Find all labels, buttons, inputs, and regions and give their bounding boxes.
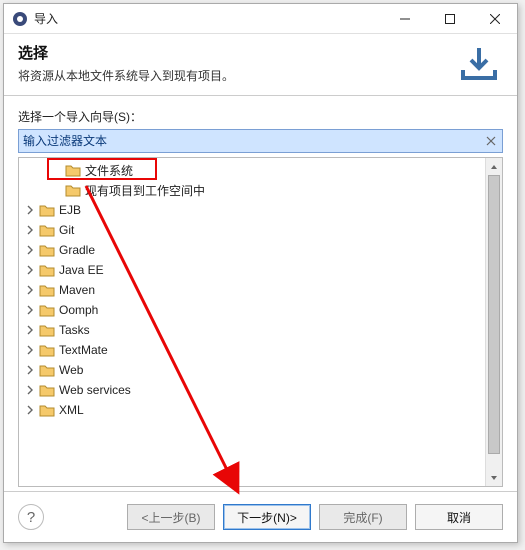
back-button[interactable]: <上一步(B) bbox=[127, 504, 215, 530]
folder-icon bbox=[39, 223, 55, 237]
scroll-up-button[interactable] bbox=[486, 158, 502, 175]
tree-item[interactable]: EJB bbox=[19, 200, 502, 220]
scroll-thumb[interactable] bbox=[488, 175, 500, 454]
finish-button[interactable]: 完成(F) bbox=[319, 504, 407, 530]
tree-item-existing-projects[interactable]: 现有项目到工作空间中 bbox=[19, 180, 502, 200]
expander-icon[interactable] bbox=[23, 303, 37, 317]
banner-description: 将资源从本地文件系统导入到现有项目。 bbox=[18, 67, 455, 84]
tree-item-label: Gradle bbox=[59, 243, 95, 257]
next-button[interactable]: 下一步(N)> bbox=[223, 504, 311, 530]
tree-item[interactable]: TextMate bbox=[19, 340, 502, 360]
expander-icon[interactable] bbox=[23, 223, 37, 237]
filter-label: 选择一个导入向导(S)： bbox=[18, 108, 503, 125]
filter-input[interactable] bbox=[18, 129, 503, 153]
app-icon bbox=[12, 11, 28, 27]
scroll-down-button[interactable] bbox=[486, 469, 502, 486]
import-icon bbox=[455, 42, 503, 90]
tree-item-label: Oomph bbox=[59, 303, 98, 317]
tree-item[interactable]: Java EE bbox=[19, 260, 502, 280]
tree-item-label: 文件系统 bbox=[85, 162, 133, 179]
tree-item[interactable]: Tasks bbox=[19, 320, 502, 340]
tree-item[interactable]: Web bbox=[19, 360, 502, 380]
tree-item-label: Web services bbox=[59, 383, 131, 397]
tree-item-label: Web bbox=[59, 363, 83, 377]
tree-item[interactable]: XML bbox=[19, 400, 502, 420]
tree-item[interactable]: Maven bbox=[19, 280, 502, 300]
folder-icon bbox=[39, 203, 55, 217]
folder-icon bbox=[39, 343, 55, 357]
file-icon bbox=[65, 163, 81, 177]
expander-icon[interactable] bbox=[23, 323, 37, 337]
folder-icon bbox=[39, 283, 55, 297]
folder-icon bbox=[39, 303, 55, 317]
close-button[interactable] bbox=[472, 4, 517, 34]
window-title: 导入 bbox=[34, 10, 382, 27]
expander-icon[interactable] bbox=[23, 243, 37, 257]
titlebar: 导入 bbox=[4, 4, 517, 34]
tree-item-label: Git bbox=[59, 223, 74, 237]
file-icon bbox=[65, 183, 81, 197]
tree-item[interactable]: Git bbox=[19, 220, 502, 240]
clear-filter-icon[interactable] bbox=[483, 133, 499, 149]
tree-item-label: 现有项目到工作空间中 bbox=[85, 182, 205, 199]
tree-item-label: Tasks bbox=[59, 323, 90, 337]
banner-title: 选择 bbox=[18, 42, 455, 63]
minimize-button[interactable] bbox=[382, 4, 427, 34]
tree-item-label: XML bbox=[59, 403, 84, 417]
tree-item[interactable]: Gradle bbox=[19, 240, 502, 260]
expander-icon[interactable] bbox=[23, 363, 37, 377]
wizard-tree[interactable]: 文件系统 现有项目到工作空间中 EJB Git Gradle Java EE Maven… bbox=[18, 157, 503, 487]
tree-item-label: Maven bbox=[59, 283, 95, 297]
button-bar: ? <上一步(B) 下一步(N)> 完成(F) 取消 bbox=[4, 491, 517, 542]
folder-icon bbox=[39, 323, 55, 337]
expander-icon[interactable] bbox=[23, 263, 37, 277]
expander-icon[interactable] bbox=[23, 343, 37, 357]
expander-icon[interactable] bbox=[23, 283, 37, 297]
cancel-button[interactable]: 取消 bbox=[415, 504, 503, 530]
tree-item-label: TextMate bbox=[59, 343, 108, 357]
help-button[interactable]: ? bbox=[18, 504, 44, 530]
tree-item[interactable]: Oomph bbox=[19, 300, 502, 320]
folder-icon bbox=[39, 363, 55, 377]
expander-icon[interactable] bbox=[23, 383, 37, 397]
tree-scrollbar[interactable] bbox=[485, 158, 502, 486]
import-dialog: 导入 选择 将资源从本地文件系统导入到现有项目。 选择一个导入向导(S)： bbox=[3, 3, 518, 543]
expander-icon[interactable] bbox=[23, 403, 37, 417]
tree-item-label: EJB bbox=[59, 203, 81, 217]
folder-icon bbox=[39, 243, 55, 257]
maximize-button[interactable] bbox=[427, 4, 472, 34]
tree-item-label: Java EE bbox=[59, 263, 104, 277]
expander-icon[interactable] bbox=[23, 203, 37, 217]
wizard-banner: 选择 将资源从本地文件系统导入到现有项目。 bbox=[4, 34, 517, 96]
folder-icon bbox=[39, 403, 55, 417]
folder-icon bbox=[39, 263, 55, 277]
tree-item-file-system[interactable]: 文件系统 bbox=[19, 160, 502, 180]
folder-icon bbox=[39, 383, 55, 397]
tree-item[interactable]: Web services bbox=[19, 380, 502, 400]
